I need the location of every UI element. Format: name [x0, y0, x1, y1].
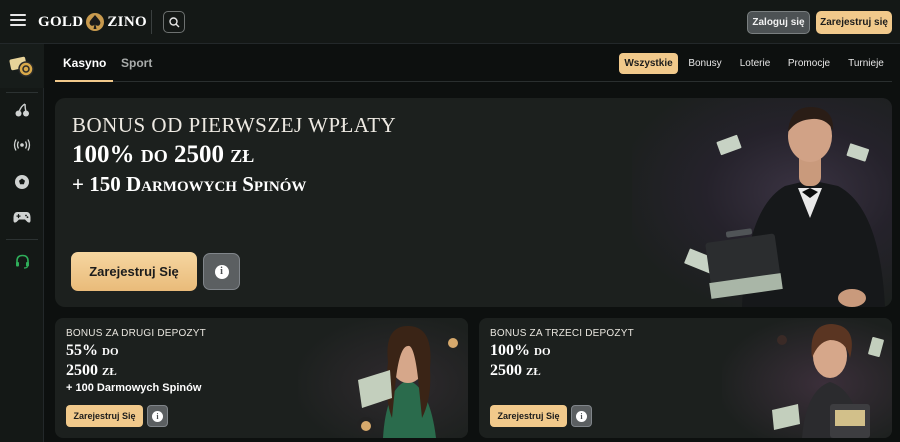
- third-deposit-bonus-card: BONUS ZA TRZECI DEPOZYT 100% do 2500 zł …: [479, 318, 892, 438]
- sidebar-divider: [6, 92, 38, 93]
- filter-loterie[interactable]: Loterie: [736, 53, 774, 74]
- hero-register-button[interactable]: Zarejestruj Się: [71, 252, 197, 291]
- card-title: BONUS ZA DRUGI DEPOZYT: [66, 328, 206, 339]
- sidebar-divider: [6, 239, 38, 240]
- filter-promocje[interactable]: Promocje: [786, 53, 832, 74]
- spade-coin-logo-icon: [86, 13, 105, 31]
- woman-with-slot-machine-illustration: [772, 324, 884, 438]
- hero-banner: BONUS OD PIERWSZEJ WPŁATY 100% do 2500 z…: [55, 98, 892, 307]
- gamepad-icon: [13, 211, 31, 223]
- sidebar-sport-item[interactable]: [12, 172, 32, 192]
- top-bar: GOLD ZINO Zaloguj się Zarejestruj się: [0, 0, 900, 44]
- sidebar-games-item[interactable]: [12, 207, 32, 227]
- sidebar-casino-item[interactable]: [0, 44, 44, 88]
- second-deposit-bonus-card: BONUS ZA DRUGI DEPOZYT 55% do 2500 zł + …: [55, 318, 468, 438]
- card-register-button[interactable]: Zarejestruj Się: [490, 405, 567, 427]
- casino-chips-icon: [9, 56, 34, 77]
- logo-text-right: ZINO: [107, 13, 147, 30]
- cherries-icon: [15, 103, 29, 117]
- card-info-button[interactable]: i: [571, 405, 592, 427]
- register-button[interactable]: Zarejestruj się: [816, 11, 892, 34]
- active-tab-indicator: [55, 80, 113, 82]
- filter-wszystkie[interactable]: Wszystkie: [619, 53, 678, 74]
- logo[interactable]: GOLD ZINO: [38, 12, 147, 32]
- login-button[interactable]: Zaloguj się: [747, 11, 810, 34]
- info-icon: i: [576, 410, 587, 422]
- hero-info-button[interactable]: i: [203, 253, 240, 290]
- info-icon: i: [152, 410, 163, 422]
- sidebar-support-item[interactable]: [12, 251, 32, 271]
- tab-sport[interactable]: Sport: [121, 56, 152, 70]
- sidebar-live-item[interactable]: [12, 135, 32, 155]
- card-bonus-percent: 100% do: [490, 342, 551, 359]
- sidebar-slots-item[interactable]: [12, 100, 32, 120]
- hero-man-with-briefcase-illustration: [684, 106, 885, 307]
- hero-free-spins: + 150 Darmowych Spinów: [72, 172, 307, 196]
- filter-bonusy[interactable]: Bonusy: [685, 53, 725, 74]
- hero-bonus-amount: 100% do 2500 zł: [72, 141, 255, 168]
- search-button[interactable]: [163, 11, 185, 33]
- card-free-spins: + 100 Darmowych Spinów: [66, 382, 202, 394]
- sidebar: [0, 44, 44, 442]
- live-broadcast-icon: [13, 139, 31, 151]
- card-register-button[interactable]: Zarejestruj Się: [66, 405, 143, 427]
- header-divider: [151, 10, 152, 34]
- logo-text-left: GOLD: [38, 13, 84, 30]
- hamburger-menu-icon[interactable]: [10, 14, 26, 28]
- tab-kasyno[interactable]: Kasyno: [63, 56, 106, 70]
- soccer-ball-icon: [15, 175, 29, 189]
- card-bonus-amount: 2500 zł: [490, 362, 541, 379]
- card-bonus-percent: 55% do: [66, 342, 119, 359]
- hero-title: BONUS OD PIERWSZEJ WPŁATY: [72, 113, 397, 137]
- woman-with-cash-illustration: [357, 326, 458, 438]
- card-bonus-amount: 2500 zł: [66, 362, 117, 379]
- info-icon: i: [214, 264, 229, 279]
- filter-turnieje[interactable]: Turnieje: [845, 53, 887, 74]
- search-icon: [168, 16, 179, 27]
- card-title: BONUS ZA TRZECI DEPOZYT: [490, 328, 634, 339]
- card-info-button[interactable]: i: [147, 405, 168, 427]
- support-headset-icon: [15, 254, 29, 269]
